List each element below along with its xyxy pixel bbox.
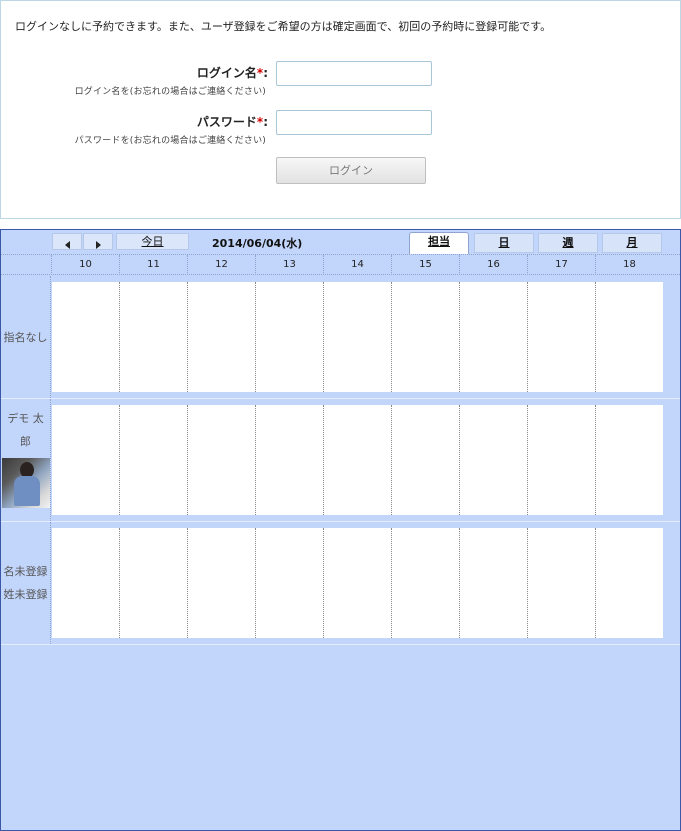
time-slot[interactable]	[460, 282, 528, 392]
hour-header: 10 11 12 13 14 15 16 17 18	[1, 254, 680, 275]
current-date: 2014/06/04(水)	[212, 237, 303, 250]
hour-label: 13	[255, 255, 323, 275]
time-slot[interactable]	[120, 282, 188, 392]
password-hint: パスワードを(お忘れの場合はご連絡ください)	[74, 136, 266, 146]
schedule-grid[interactable]	[52, 282, 663, 392]
password-label: パスワード*:	[196, 115, 268, 129]
staff-row: 指名なし	[1, 276, 680, 399]
login-notice: ログインなしに予約できます。また、ユーザ登録をご希望の方は確定画面で、初回の予約…	[15, 20, 552, 33]
schedule-calendar: 今日 2014/06/04(水) 担当 日 週 月 10 11 12 13 14…	[0, 229, 681, 831]
time-slot[interactable]	[52, 282, 120, 392]
time-slot[interactable]	[256, 405, 324, 515]
tab-staff[interactable]: 担当	[409, 232, 469, 254]
arrow-right-icon	[95, 241, 101, 249]
time-slot[interactable]	[392, 405, 460, 515]
time-slot[interactable]	[256, 282, 324, 392]
tab-day[interactable]: 日	[474, 233, 534, 253]
schedule-grid[interactable]	[52, 405, 663, 515]
time-slot[interactable]	[52, 528, 120, 638]
time-slot[interactable]	[120, 405, 188, 515]
staff-row: 名未登録 姓未登録	[1, 522, 680, 645]
time-slot[interactable]	[460, 405, 528, 515]
username-hint: ログイン名を(お忘れの場合はご連絡ください)	[74, 87, 266, 97]
password-input[interactable]	[276, 110, 432, 135]
today-button[interactable]: 今日	[116, 233, 189, 250]
time-slot[interactable]	[596, 528, 663, 638]
time-slot[interactable]	[188, 282, 256, 392]
time-slot[interactable]	[52, 405, 120, 515]
staff-name: 指名なし	[1, 276, 51, 398]
hour-label: 10	[51, 255, 119, 275]
prev-button[interactable]	[52, 233, 82, 250]
arrow-left-icon	[64, 241, 70, 249]
time-slot[interactable]	[120, 528, 188, 638]
hour-label: 12	[187, 255, 255, 275]
time-slot[interactable]	[596, 282, 663, 392]
time-slot[interactable]	[460, 528, 528, 638]
hour-label: 14	[323, 255, 391, 275]
hour-label: 16	[459, 255, 527, 275]
hour-label: 17	[527, 255, 595, 275]
login-button[interactable]: ログイン	[276, 157, 426, 184]
time-slot[interactable]	[324, 405, 392, 515]
time-slot[interactable]	[324, 282, 392, 392]
time-slot[interactable]	[392, 528, 460, 638]
hour-label: 15	[391, 255, 459, 275]
next-button[interactable]	[83, 233, 113, 250]
time-slot[interactable]	[596, 405, 663, 515]
calendar-toolbar: 今日 2014/06/04(水) 担当 日 週 月	[1, 230, 680, 254]
staff-name: 名未登録 姓未登録	[1, 522, 51, 644]
tab-week[interactable]: 週	[538, 233, 598, 253]
time-slot[interactable]	[528, 528, 596, 638]
time-slot[interactable]	[256, 528, 324, 638]
hour-label: 11	[119, 255, 187, 275]
login-panel: ログインなしに予約できます。また、ユーザ登録をご希望の方は確定画面で、初回の予約…	[0, 0, 681, 219]
time-slot[interactable]	[188, 405, 256, 515]
time-slot[interactable]	[324, 528, 392, 638]
staff-row: デモ 太郎	[1, 399, 680, 522]
username-input[interactable]	[276, 61, 432, 86]
time-slot[interactable]	[188, 528, 256, 638]
time-slot[interactable]	[528, 405, 596, 515]
username-label: ログイン名*:	[196, 66, 268, 80]
tab-month[interactable]: 月	[602, 233, 662, 253]
schedule-grid[interactable]	[52, 528, 663, 638]
time-slot[interactable]	[528, 282, 596, 392]
staff-photo	[2, 458, 50, 508]
hour-label: 18	[595, 255, 663, 275]
time-slot[interactable]	[392, 282, 460, 392]
